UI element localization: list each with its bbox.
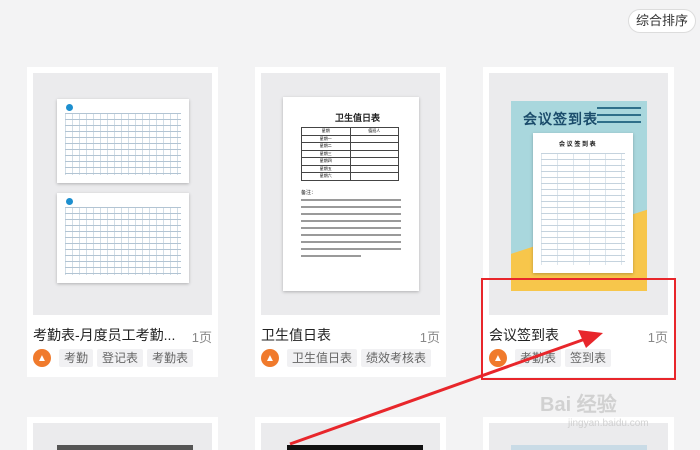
watermark: Bai 经验 xyxy=(540,394,617,416)
annotation-arrow xyxy=(289,330,603,446)
watermark-url: jingyan.baidu.com xyxy=(568,418,649,429)
